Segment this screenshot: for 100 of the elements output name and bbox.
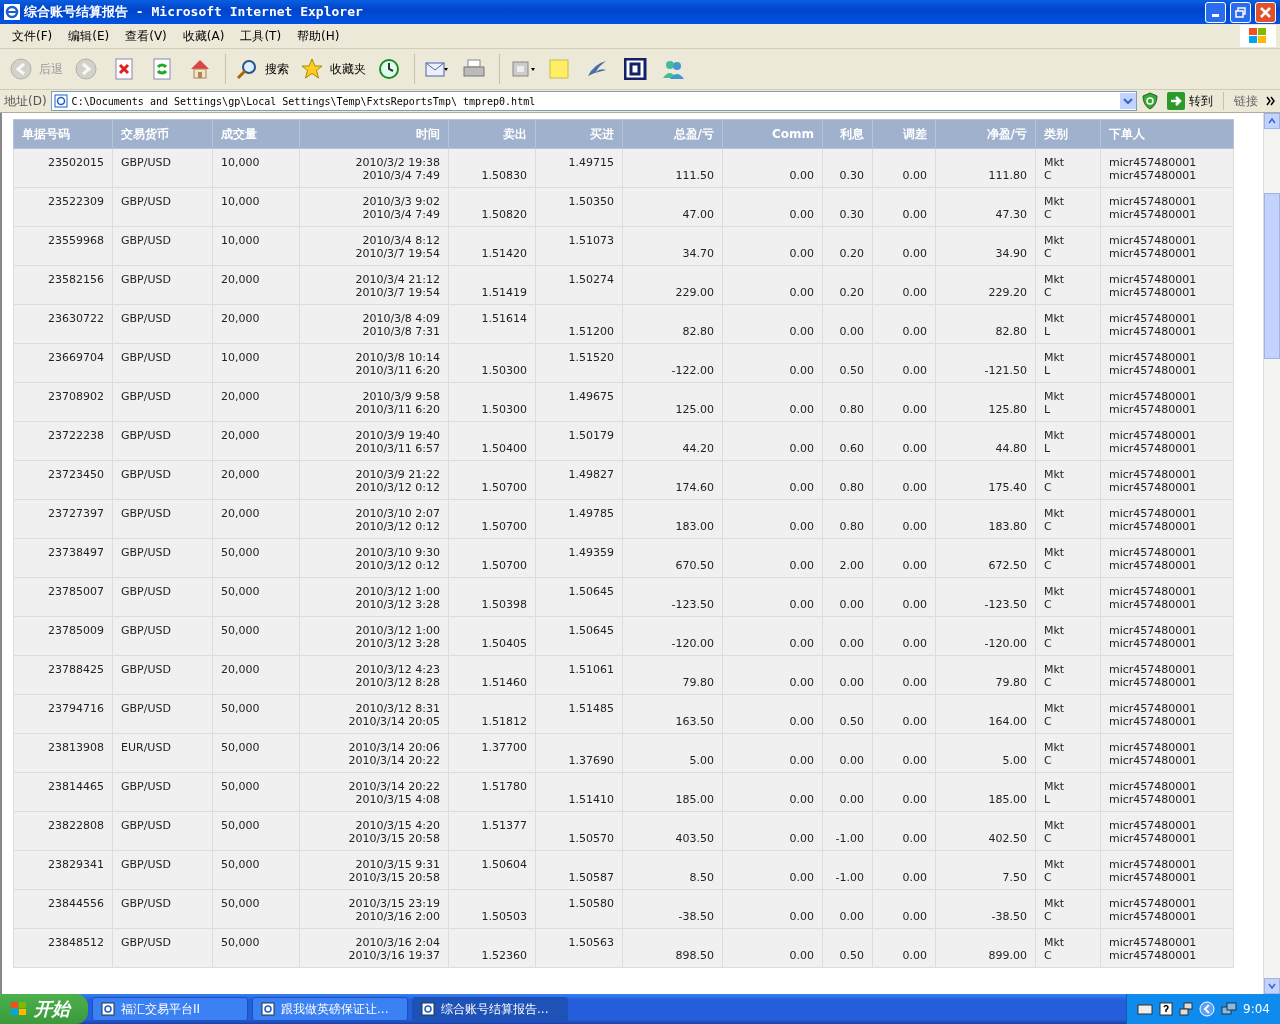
table-cell: 0.00: [872, 304, 936, 344]
table-cell: 0.30: [822, 148, 873, 188]
table-cell: GBP/USD: [112, 772, 213, 812]
menu-item[interactable]: 查看(V): [117, 25, 175, 47]
column-header: 下单人: [1100, 119, 1234, 149]
close-button[interactable]: [1255, 1, 1276, 23]
table-cell: 23708902: [13, 382, 113, 422]
table-cell: 20,000: [212, 382, 300, 422]
table-cell: micr457480001 micr457480001: [1100, 538, 1234, 578]
table-cell: 0.00: [722, 304, 823, 344]
table-cell: 0.00: [872, 421, 936, 461]
menu-item[interactable]: 工具(T): [232, 25, 290, 47]
table-cell: GBP/USD: [112, 577, 213, 617]
table-cell: 23723450: [13, 460, 113, 500]
table-cell: 1.50587: [535, 850, 623, 890]
table-cell: Mkt C: [1035, 811, 1101, 851]
table-cell: 50,000: [212, 772, 300, 812]
scroll-down-button[interactable]: [1264, 978, 1280, 994]
table-cell: 1.50820: [448, 187, 536, 227]
windows-logo-icon: [10, 1001, 28, 1017]
table-cell: Mkt L: [1035, 772, 1101, 812]
table-cell: 0.00: [722, 148, 823, 188]
table-cell: 1.37700: [448, 733, 536, 773]
restore-button[interactable]: [1230, 1, 1251, 23]
table-cell: 163.50: [622, 694, 723, 734]
table-cell: micr457480001 micr457480001: [1100, 850, 1234, 890]
table-cell: 1.49827: [535, 460, 623, 500]
column-header: Comm: [722, 119, 823, 149]
table-cell: micr457480001 micr457480001: [1100, 889, 1234, 929]
table-cell: 2010/3/12 1:00 2010/3/12 3:28: [299, 616, 449, 656]
table-cell: 1.50645: [535, 616, 623, 656]
table-cell: GBP/USD: [112, 655, 213, 695]
table-cell: 0.00: [872, 343, 936, 383]
scrollbar[interactable]: [1263, 113, 1280, 994]
search-button[interactable]: 搜索: [232, 55, 293, 83]
table-cell: 7.50: [935, 850, 1036, 890]
table-cell: GBP/USD: [112, 538, 213, 578]
table-cell: 0.00: [722, 772, 823, 812]
table-cell: 1.50580: [535, 889, 623, 929]
table-cell: 1.50274: [535, 265, 623, 305]
table-cell: 23738497: [13, 538, 113, 578]
table-cell: 1.51812: [448, 694, 536, 734]
table-cell: micr457480001 micr457480001: [1100, 304, 1234, 344]
taskbar-button[interactable]: 福汇交易平台II: [92, 997, 248, 1021]
table-cell: micr457480001 micr457480001: [1100, 928, 1234, 968]
menu-item[interactable]: 文件(F): [4, 25, 61, 47]
taskbar-button[interactable]: 跟我做英磅保证让...: [252, 997, 408, 1021]
table-cell: 0.00: [722, 694, 823, 734]
table-cell: Mkt C: [1035, 499, 1101, 539]
table-cell: Mkt C: [1035, 148, 1101, 188]
table-cell: 2010/3/12 8:31 2010/3/14 20:05: [299, 694, 449, 734]
chevron-icon[interactable]: [1266, 96, 1276, 106]
table-cell: 23785007: [13, 577, 113, 617]
column-header: 单据号码: [13, 119, 113, 149]
taskbar-button[interactable]: 综合账号结算报告...: [412, 997, 568, 1021]
window-title: 综合账号结算报告 - Microsoft Internet Explorer: [24, 3, 363, 21]
table-cell: GBP/USD: [112, 499, 213, 539]
links-button[interactable]: 链接: [1230, 92, 1262, 110]
table-cell: 0.00: [872, 187, 936, 227]
table-cell: 0.00: [722, 655, 823, 695]
table-cell: GBP/USD: [112, 304, 213, 344]
table-cell: 2010/3/15 9:31 2010/3/15 20:58: [299, 850, 449, 890]
table-cell: 0.00: [722, 226, 823, 266]
table-cell: GBP/USD: [112, 811, 213, 851]
window-icon: [510, 58, 536, 80]
menu-item[interactable]: 收藏(A): [174, 25, 233, 47]
windows-logo-icon: [1240, 25, 1276, 47]
table-cell: 20,000: [212, 460, 300, 500]
table-cell: 899.00: [935, 928, 1036, 968]
table-cell: 1.50405: [448, 616, 536, 656]
table-cell: Mkt C: [1035, 733, 1101, 773]
table-cell: 0.00: [872, 928, 936, 968]
table-cell: micr457480001 micr457480001: [1100, 694, 1234, 734]
menu-item[interactable]: 帮助(H): [289, 25, 348, 47]
table-cell: 0.00: [872, 694, 936, 734]
table-cell: 229.20: [935, 265, 1036, 305]
minimize-button[interactable]: [1205, 1, 1226, 23]
address-input[interactable]: C:\Documents and Settings\gp\Local Settings\Temp\FxtsReportsTmp\_tmprep0.html: [71, 95, 1116, 107]
scroll-thumb[interactable]: [1264, 193, 1280, 359]
table-cell: 175.40: [935, 460, 1036, 500]
table-cell: 0.00: [872, 889, 936, 929]
table-cell: 50,000: [212, 850, 300, 890]
table-cell: 0.00: [872, 772, 936, 812]
table-cell: 0.00: [722, 265, 823, 305]
dropdown-icon[interactable]: [1120, 93, 1136, 109]
table-cell: 1.51614: [448, 304, 536, 344]
scroll-up-button[interactable]: [1264, 113, 1280, 129]
table-cell: 0.00: [822, 304, 873, 344]
address-field[interactable]: C:\Documents and Settings\gp\Local Settings\Temp\FxtsReportsTmp\_tmprep0.html: [50, 91, 1137, 111]
table-cell: 50,000: [212, 928, 300, 968]
table-cell: 229.00: [622, 265, 723, 305]
table-cell: 1.37690: [535, 733, 623, 773]
table-cell: GBP/USD: [112, 928, 213, 968]
table-cell: 34.90: [935, 226, 1036, 266]
favorites-button[interactable]: 收藏夹: [297, 55, 370, 83]
table-cell: 1.50700: [448, 538, 536, 578]
table-cell: 23502015: [13, 148, 113, 188]
menu-item[interactable]: 编辑(E): [60, 25, 118, 47]
go-button[interactable]: 转到: [1163, 92, 1217, 110]
table-cell: 0.00: [822, 577, 873, 617]
